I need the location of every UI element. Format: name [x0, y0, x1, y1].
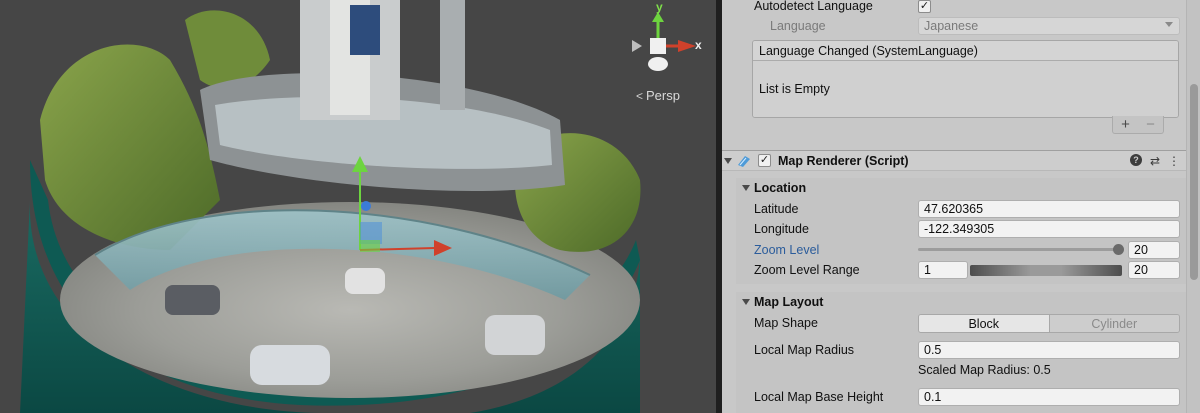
location-foldout[interactable]: Location	[722, 178, 1186, 198]
language-label: Language	[770, 19, 826, 33]
script-icon	[738, 156, 750, 167]
language-row: Language Japanese	[722, 16, 1186, 36]
latitude-label: Latitude	[754, 202, 799, 216]
location-header: Location	[754, 181, 807, 195]
zoom-range-max-field[interactable]: 20	[1128, 261, 1180, 279]
inspector-scrollbar[interactable]	[1186, 0, 1200, 413]
inspector-panel: Autodetect Language ✓ Language Japanese …	[722, 0, 1200, 413]
autodetect-language-label: Autodetect Language	[754, 0, 873, 13]
component-enabled-checkbox[interactable]: ✓	[758, 154, 771, 167]
zoom-level-label: Zoom Level	[754, 243, 820, 257]
chevron-down-icon	[1165, 22, 1173, 27]
zoom-range-min-field[interactable]: 1	[918, 261, 968, 279]
presets-icon[interactable]: ⇄	[1150, 154, 1160, 168]
event-header: Language Changed (SystemLanguage)	[753, 41, 1178, 61]
event-list-buttons: + −	[1112, 116, 1164, 134]
local-map-base-height-label: Local Map Base Height	[754, 390, 884, 404]
gizmo-y-label: y	[656, 0, 663, 14]
map-layout-header: Map Layout	[754, 295, 824, 309]
zoom-level-value: 20	[1134, 243, 1148, 257]
projection-toggle[interactable]: < Persp	[636, 88, 680, 103]
scaled-map-radius-text: Scaled Map Radius: 0.5	[918, 363, 1051, 377]
perspective-icon: <	[636, 88, 644, 103]
local-map-radius-row: Local Map Radius 0.5	[722, 340, 1186, 360]
foldout-arrow-icon[interactable]	[724, 158, 732, 164]
map-shape-row: Map Shape Block Cylinder	[722, 313, 1186, 333]
map-shape-label: Map Shape	[754, 316, 818, 330]
language-dropdown[interactable]: Japanese	[918, 17, 1180, 35]
local-map-base-height-field[interactable]: 0.1	[918, 388, 1180, 406]
zoom-level-field[interactable]: 20	[1128, 241, 1180, 259]
kebab-menu-icon[interactable]: ⋮	[1168, 154, 1180, 168]
scrollbar-thumb[interactable]	[1190, 84, 1198, 280]
latitude-field[interactable]: 47.620365	[918, 200, 1180, 218]
zoom-level-row: Zoom Level 20	[722, 240, 1186, 260]
component-title: Map Renderer (Script)	[778, 153, 909, 168]
zoom-level-slider-track[interactable]	[918, 248, 1118, 251]
event-list: List is Empty	[753, 61, 1178, 117]
map-layout-foldout[interactable]: Map Layout	[722, 292, 1186, 312]
autodetect-language-checkbox[interactable]: ✓	[918, 0, 931, 13]
longitude-value: -122.349305	[924, 222, 995, 236]
map-shape-toggle: Block Cylinder	[918, 314, 1180, 333]
component-header-icons: ? ⇄ ⋮	[1129, 153, 1180, 168]
scene-view[interactable]: y x < Persp	[0, 0, 716, 413]
map-3d-render[interactable]	[0, 0, 716, 413]
map-shape-cylinder-button[interactable]: Cylinder	[1048, 315, 1179, 332]
zoom-range-minmax-slider[interactable]	[970, 265, 1122, 276]
zoom-level-range-row: Zoom Level Range 1 20	[722, 260, 1186, 280]
map-shape-block-button[interactable]: Block	[919, 315, 1049, 332]
scaled-map-radius-row: Scaled Map Radius: 0.5	[722, 360, 1186, 380]
language-changed-event: Language Changed (SystemLanguage) List i…	[752, 40, 1179, 118]
local-map-radius-field[interactable]: 0.5	[918, 341, 1180, 359]
language-value: Japanese	[924, 19, 979, 33]
local-map-base-height-value: 0.1	[924, 390, 942, 404]
local-map-radius-value: 0.5	[924, 343, 942, 357]
zoom-level-slider-knob[interactable]	[1113, 244, 1124, 255]
gizmo-x-label: x	[695, 38, 702, 52]
local-map-base-height-row: Local Map Base Height 0.1	[722, 387, 1186, 407]
foldout-arrow-icon[interactable]	[742, 299, 750, 305]
map-renderer-header[interactable]: ✓ Map Renderer (Script) ? ⇄ ⋮	[722, 150, 1186, 171]
event-title: Language Changed (SystemLanguage)	[759, 43, 978, 58]
zoom-level-range-label: Zoom Level Range	[754, 263, 860, 277]
zoom-range-max-value: 20	[1134, 263, 1148, 277]
longitude-row: Longitude -122.349305	[722, 219, 1186, 239]
zoom-range-min-value: 1	[924, 263, 931, 277]
local-map-radius-label: Local Map Radius	[754, 343, 855, 357]
event-empty-text: List is Empty	[759, 82, 830, 96]
projection-label: Persp	[646, 88, 680, 103]
latitude-value: 47.620365	[924, 202, 984, 216]
latitude-row: Latitude 47.620365	[722, 199, 1186, 219]
autodetect-language-row: Autodetect Language ✓	[722, 0, 1186, 16]
add-listener-button[interactable]: +	[1121, 116, 1130, 133]
longitude-label: Longitude	[754, 222, 809, 236]
foldout-arrow-icon[interactable]	[742, 185, 750, 191]
help-icon[interactable]: ?	[1129, 153, 1142, 166]
remove-listener-button[interactable]: −	[1146, 116, 1155, 133]
longitude-field[interactable]: -122.349305	[918, 220, 1180, 238]
